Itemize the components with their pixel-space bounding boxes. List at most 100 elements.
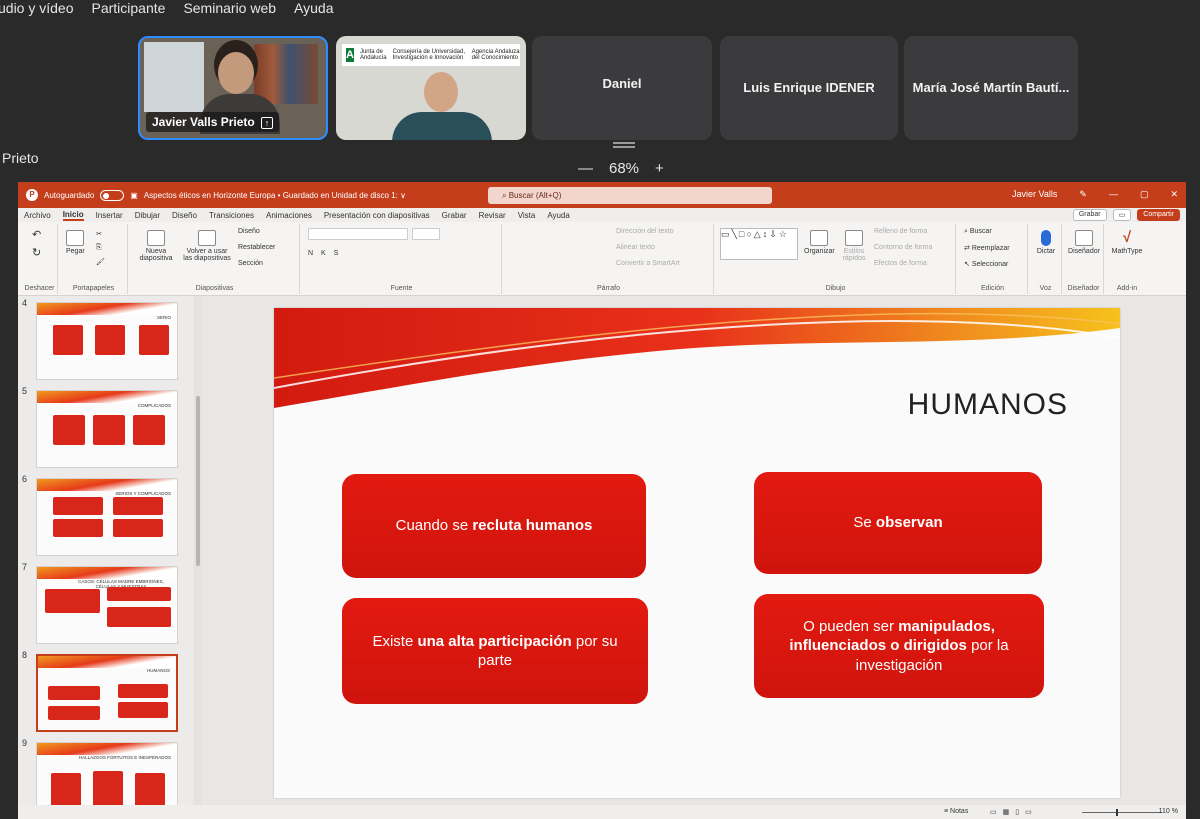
menu-audio-video[interactable]: udio y vídeo: [0, 0, 74, 22]
participant-tile-javier[interactable]: Javier Valls Prieto ↑: [138, 36, 328, 140]
participant-tile-maria[interactable]: María José Martín Bautí...: [904, 36, 1078, 140]
thumbnail-box: [53, 519, 103, 537]
slide-thumbnail[interactable]: COMPLICADOS: [36, 390, 178, 468]
font-name-field[interactable]: [308, 228, 408, 240]
tab-0[interactable]: Archivo: [24, 211, 51, 220]
tab-3[interactable]: Dibujar: [135, 211, 160, 220]
align-text-button[interactable]: Alinear texto: [616, 244, 655, 251]
tab-11[interactable]: Ayuda: [547, 211, 570, 220]
thumbnail-swoosh: [37, 567, 177, 579]
content-box-1[interactable]: Cuando se recluta humanos: [342, 474, 646, 578]
slide-title[interactable]: HUMANOS: [908, 388, 1068, 422]
mathtype-icon: √: [1122, 229, 1132, 246]
format-painter-icon[interactable]: 🖌: [96, 258, 105, 266]
document-title[interactable]: Aspectos éticos en Horizonte Europa • Gu…: [144, 191, 406, 200]
menu-ayuda[interactable]: Ayuda: [294, 0, 333, 22]
slides-group: Nueva diapositiva Volver a usar las diap…: [130, 224, 300, 294]
share-arrow-icon[interactable]: ↑: [260, 117, 274, 129]
drag-handle[interactable]: [613, 142, 635, 148]
font-size-field[interactable]: [412, 228, 440, 240]
tab-2[interactable]: Insertar: [96, 211, 123, 220]
view-buttons[interactable]: ▭▦▯▭: [990, 808, 1038, 816]
participant-strip: Javier Valls Prieto ↑ A Junta de Andalucí…: [0, 22, 1200, 142]
reuse-slides-button[interactable]: Volver a usar las diapositivas: [182, 230, 232, 262]
thumbnail-box: [93, 415, 125, 445]
thumbnail-title: SERIO: [156, 315, 171, 320]
tab-9[interactable]: Revisar: [479, 211, 506, 220]
slide-thumbnail[interactable]: HUMANOS: [36, 654, 178, 732]
designer-button[interactable]: Diseñador: [1066, 230, 1102, 255]
share-button[interactable]: Compartir: [1137, 209, 1180, 221]
select-button[interactable]: ↖ Seleccionar: [964, 260, 1008, 268]
thumbnail-box: [107, 607, 171, 627]
notes-button[interactable]: ≡ Notas: [944, 808, 968, 815]
undo-group: ↶ ↻ Deshacer: [22, 224, 58, 294]
zoom-out-button[interactable]: —: [578, 160, 593, 177]
thumbnail-swoosh: [37, 391, 177, 403]
slide-canvas[interactable]: HUMANOS Cuando se recluta humanos Se obs…: [274, 308, 1120, 798]
participant-tile-luis[interactable]: Luis Enrique IDENER: [720, 36, 898, 140]
quick-styles-button[interactable]: Estilos rápidos: [836, 230, 872, 262]
menu-seminario-web[interactable]: Seminario web: [183, 0, 276, 22]
tab-6[interactable]: Animaciones: [266, 211, 312, 220]
editing-group: ⌕ Buscar ⇄ Reemplazar ↖ Seleccionar Edic…: [958, 224, 1028, 294]
comments-icon[interactable]: ▭: [1112, 209, 1132, 221]
text-direction-button[interactable]: Dirección del texto: [616, 228, 674, 235]
tab-1[interactable]: Inicio: [62, 210, 84, 221]
participant-tile-daniel[interactable]: Daniel: [532, 36, 712, 140]
tab-7[interactable]: Presentación con diapositivas: [324, 211, 430, 220]
shapes-gallery[interactable]: ▭╲□○△↕⇩☆: [720, 228, 798, 260]
slide-thumbnail[interactable]: CASOS: CÉLULAS MADRE EMBRIONES, CÉLULAS …: [36, 566, 178, 644]
zoom-in-button[interactable]: +: [655, 160, 664, 177]
tab-8[interactable]: Grabar: [442, 211, 467, 220]
zoom-percent[interactable]: 110 %: [1159, 808, 1178, 815]
drawing-group: ▭╲□○△↕⇩☆ Organizar Estilos rápidos Relle…: [716, 224, 956, 294]
mathtype-button[interactable]: √ MathType: [1108, 229, 1146, 256]
microphone-icon: [1041, 230, 1051, 246]
content-box-2[interactable]: Se observan: [754, 472, 1042, 574]
tab-5[interactable]: Transiciones: [209, 211, 254, 220]
arrange-button[interactable]: Organizar: [804, 230, 835, 255]
maximize-icon[interactable]: ▢: [1140, 189, 1149, 200]
copy-icon[interactable]: ⎘: [96, 244, 102, 252]
voice-group: Dictar Voz: [1030, 224, 1062, 294]
paste-button[interactable]: Pegar: [66, 230, 85, 255]
slide-number: 9: [22, 738, 28, 748]
shape-outline-button[interactable]: Contorno de forma: [874, 244, 932, 251]
undo-icon[interactable]: ↶: [32, 228, 41, 241]
content-box-3[interactable]: Existe una alta participación por su par…: [342, 598, 648, 704]
user-name[interactable]: Javier Valls: [1012, 189, 1057, 200]
redo-icon[interactable]: ↻: [32, 246, 41, 259]
section-button[interactable]: Sección: [238, 260, 263, 267]
autosave-toggle[interactable]: [100, 189, 125, 201]
find-button[interactable]: ⌕ Buscar: [964, 228, 992, 236]
thumbnail-box: [133, 415, 165, 445]
tab-10[interactable]: Vista: [518, 211, 536, 220]
save-icon[interactable]: ▣: [130, 191, 138, 200]
dictate-button[interactable]: Dictar: [1034, 230, 1058, 255]
font-style-buttons[interactable]: NKS: [308, 250, 346, 257]
close-icon[interactable]: ✕: [1170, 189, 1178, 200]
cut-icon[interactable]: ✂: [96, 230, 102, 238]
reset-button[interactable]: Restablecer: [238, 244, 275, 251]
slide-thumbnail[interactable]: SERIOS Y COMPLICADOS: [36, 478, 178, 556]
powerpoint-logo-icon: P: [26, 189, 38, 201]
new-slide-button[interactable]: Nueva diapositiva: [136, 230, 176, 262]
replace-button[interactable]: ⇄ Reemplazar: [964, 244, 1010, 252]
junta-logo-icon: A: [346, 48, 354, 62]
layout-button[interactable]: Diseño: [238, 228, 260, 235]
minimize-icon[interactable]: —: [1109, 189, 1118, 200]
menu-participante[interactable]: Participante: [92, 0, 166, 22]
search-box[interactable]: ⌕ Buscar (Alt+Q): [488, 187, 772, 204]
slide-thumbnail[interactable]: SERIO: [36, 302, 178, 380]
pen-icon[interactable]: ✎: [1079, 189, 1087, 200]
tab-4[interactable]: Diseño: [172, 211, 197, 220]
shape-effects-button[interactable]: Efectos de forma: [874, 260, 927, 267]
participant-tile-video2[interactable]: A Junta de Andalucía Consejería de Unive…: [336, 36, 526, 140]
content-box-4[interactable]: O pueden ser manipulados, influenciados …: [754, 594, 1044, 698]
thumbnail-scrollbar[interactable]: [194, 296, 202, 819]
record-button[interactable]: Grabar: [1072, 209, 1107, 221]
shape-fill-button[interactable]: Relleno de forma: [874, 228, 927, 235]
smartart-button[interactable]: Convertir a SmartArt: [616, 260, 680, 267]
zoom-slider[interactable]: [1082, 809, 1162, 816]
